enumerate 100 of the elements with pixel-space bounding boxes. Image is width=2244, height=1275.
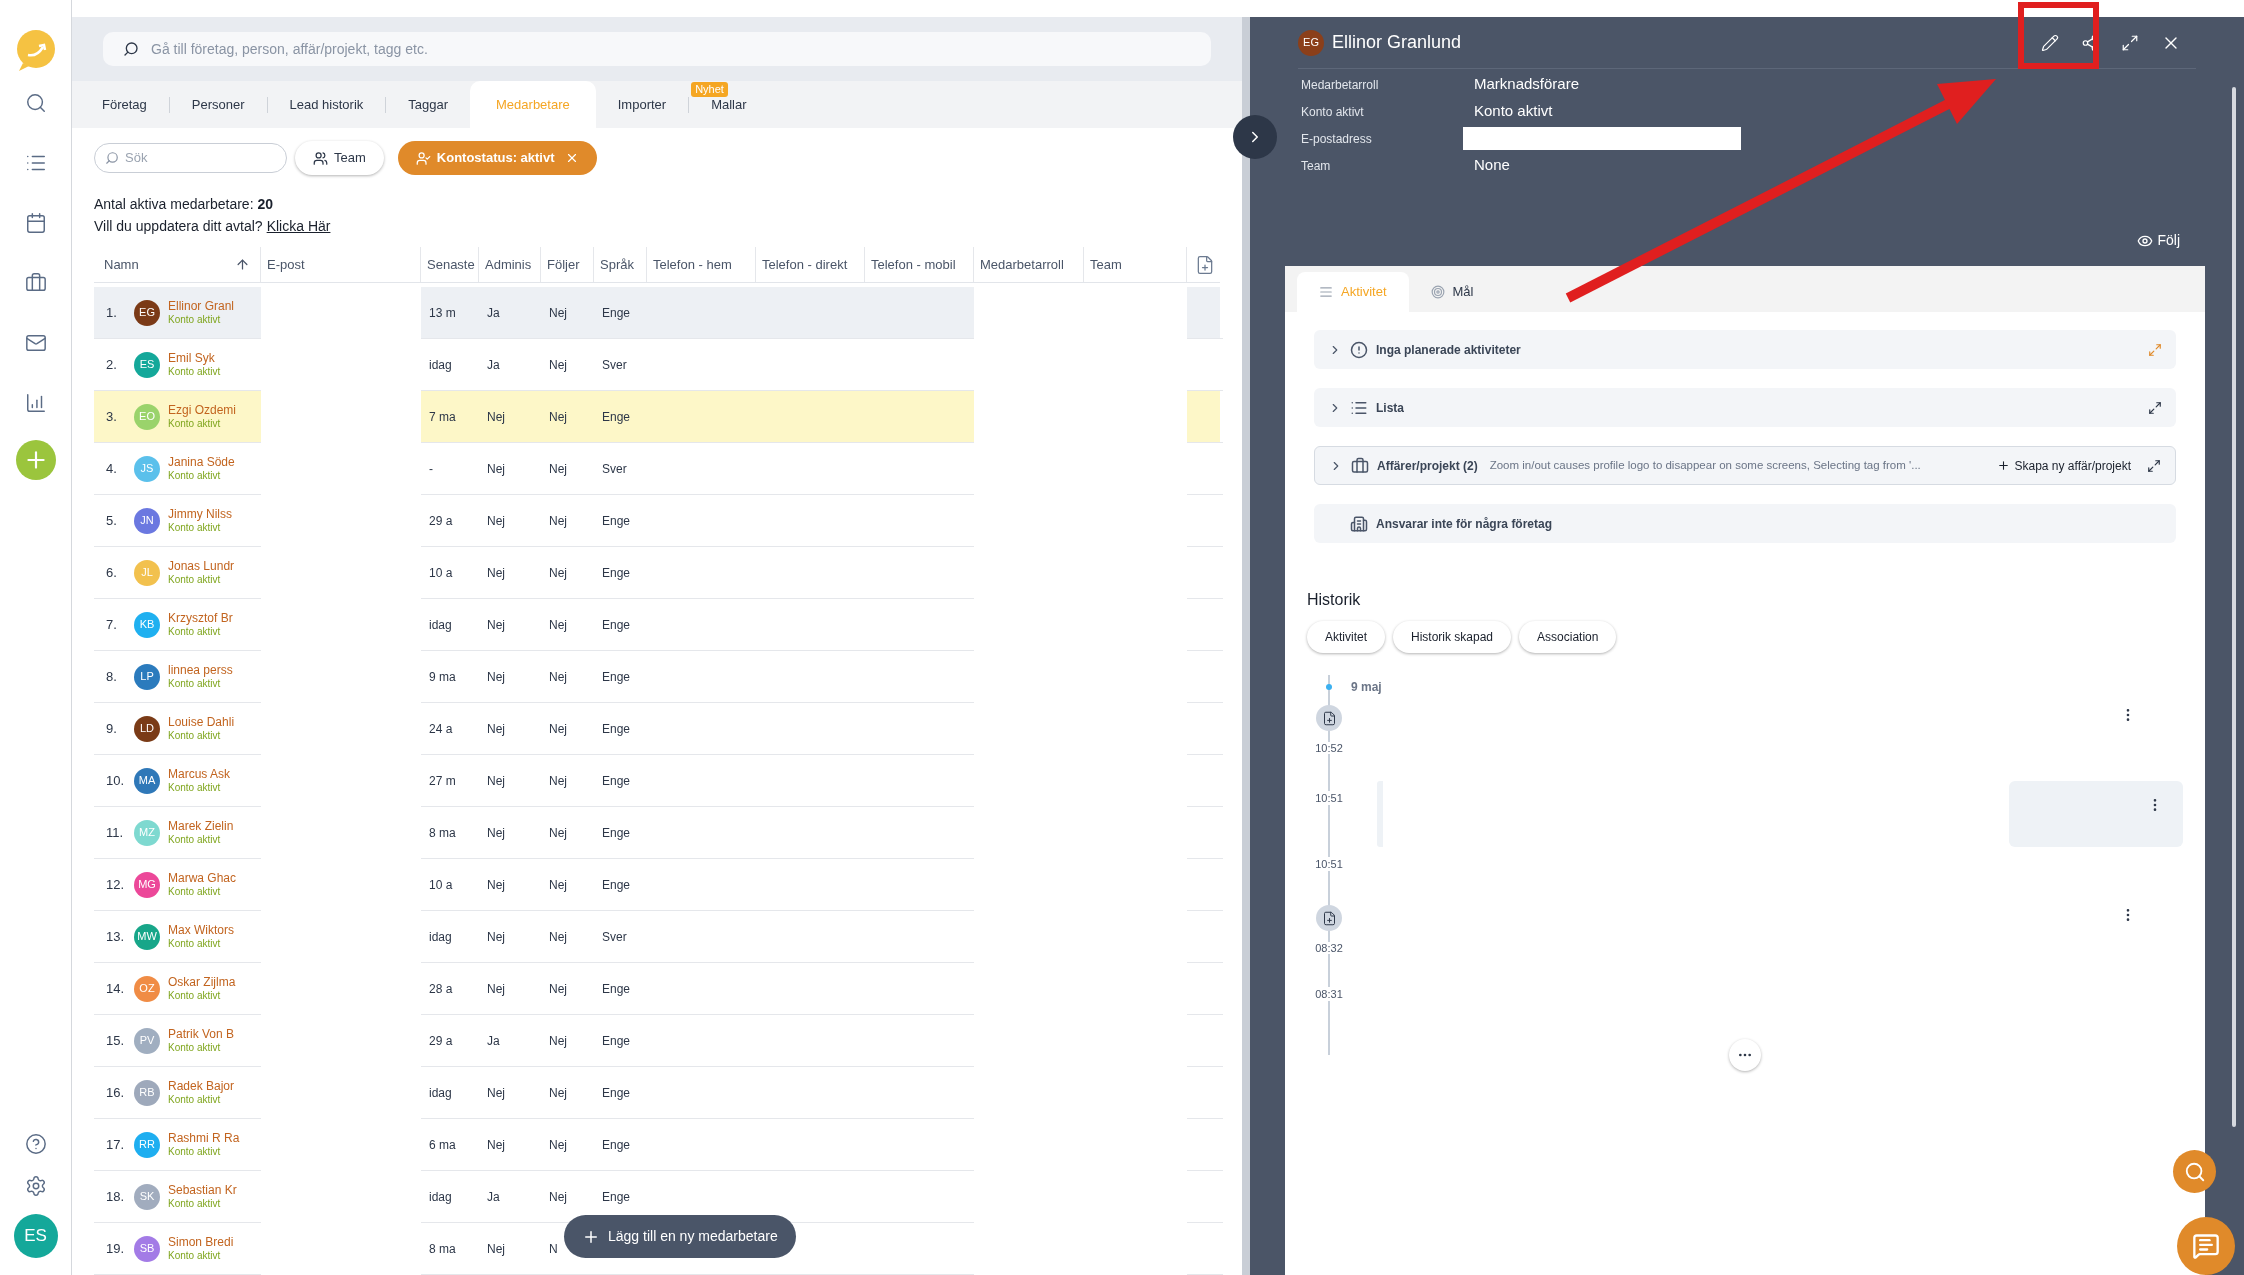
team-button[interactable]: Team: [295, 141, 384, 175]
expand-icon[interactable]: [2148, 400, 2162, 415]
employee-name[interactable]: Max Wiktors: [168, 922, 234, 937]
tab[interactable]: Personer: [169, 81, 267, 128]
employee-name[interactable]: Janina Söde: [168, 454, 235, 469]
settings-icon[interactable]: [24, 1175, 47, 1197]
table-cell-text: Enge: [602, 720, 631, 738]
add-employee-button[interactable]: Lägg till en ny medarbetare: [564, 1215, 796, 1258]
accordion-section[interactable]: Inga planerade aktiviteter: [1314, 330, 2176, 369]
history-filter-button[interactable]: Association: [1519, 621, 1617, 653]
tab[interactable]: Företag: [80, 81, 169, 128]
table-cell-text: Nej: [549, 1032, 567, 1050]
avatar: EG: [134, 299, 160, 326]
entry-time: 10:51: [1315, 791, 1343, 805]
employee-name[interactable]: Krzysztof Br: [168, 610, 233, 625]
avatar: LP: [134, 663, 160, 690]
field-value: Konto aktivt: [1474, 101, 1554, 122]
table-cell-text: Nej: [487, 928, 505, 946]
column-header[interactable]: Senaste: [427, 254, 475, 275]
target-icon: [1430, 285, 1445, 299]
employee-name[interactable]: Louise Dahli: [168, 714, 235, 729]
row-number: 14.: [105, 979, 126, 998]
employee-count: Antal aktiva medarbetare: 20: [94, 195, 274, 214]
history-filter-button[interactable]: Aktivitet: [1307, 621, 1385, 653]
employee-name[interactable]: Jimmy Nilss: [168, 506, 232, 521]
employee-name[interactable]: Simon Bredi: [168, 1234, 234, 1249]
column-header[interactable]: Telefon - direkt: [762, 254, 848, 275]
table-cell-text: Nej: [487, 1240, 505, 1258]
column-header[interactable]: Telefon - hem: [653, 254, 732, 275]
column-header[interactable]: Medarbetarroll: [980, 254, 1064, 275]
account-status: Konto aktivt: [168, 417, 222, 431]
employee-name: Ellinor Granlund: [1332, 31, 1462, 54]
column-header[interactable]: Följer: [547, 254, 580, 275]
employee-name[interactable]: Marek Zielin: [168, 818, 234, 833]
account-status: Konto aktivt: [168, 884, 222, 899]
employee-name[interactable]: Ezgi Ozdemi: [168, 402, 237, 417]
account-status: Konto aktivt: [168, 572, 222, 587]
employee-name[interactable]: Oskar Zijlma: [168, 974, 236, 989]
employee-name[interactable]: Emil Syk: [168, 350, 221, 365]
account-status: Konto aktivt: [168, 468, 222, 483]
section-title: Ansvarar inte för några företag: [1376, 515, 1553, 533]
table-cell-text: 10 a: [429, 876, 453, 894]
account-status: Konto aktivt: [168, 1196, 222, 1211]
table-cell-text: Nej: [549, 616, 567, 634]
column-header[interactable]: E-post: [267, 254, 305, 275]
tab[interactable]: Mål: [1408, 272, 1496, 312]
briefcase-icon: [1351, 456, 1369, 475]
table-cell-text: 7 ma: [429, 408, 456, 426]
employee-name[interactable]: Patrik Von B: [168, 1026, 235, 1041]
tab[interactable]: Lead historik: [267, 81, 386, 128]
avatar: EO: [134, 403, 160, 430]
table-cell-text: Sver: [602, 356, 627, 374]
follow-button[interactable]: Följ: [2137, 230, 2180, 251]
scrollbar[interactable]: [1242, 17, 1250, 1275]
employee-name[interactable]: Sebastian Kr: [168, 1182, 237, 1197]
table-row[interactable]: 1. EG Ellinor Granl Konto aktivt 13 m Ja Nej Enge: [94, 287, 1220, 339]
tab[interactable]: Importer: [595, 81, 689, 128]
scrollbar[interactable]: [2232, 87, 2236, 1127]
employee-name[interactable]: Rashmi R Ra: [168, 1130, 240, 1145]
table-cell-text: Nej: [549, 304, 567, 322]
accordion-section[interactable]: Affärer/projekt (2) Zoom in/out causes profile logo to disappear on some screens, Selecting tag from '... Skapa ny affär/projekt: [1314, 446, 2176, 485]
employee-name[interactable]: Radek Bajor: [168, 1078, 235, 1093]
accordion-section[interactable]: Ansvarar inte för några företag: [1314, 504, 2176, 543]
table-cell-text: Ja: [487, 356, 500, 374]
tab[interactable]: Taggar: [386, 81, 471, 128]
column-header[interactable]: Namn: [104, 254, 139, 275]
column-header[interactable]: Telefon - mobil: [871, 254, 956, 275]
employee-name[interactable]: Jonas Lundr: [168, 558, 235, 573]
table-row[interactable]: 3. EO Ezgi Ozdemi Konto aktivt 7 ma Nej Nej Enge: [94, 391, 1220, 443]
avatar: MW: [134, 923, 160, 950]
mail-icon[interactable]: [24, 332, 47, 354]
history-filter-button[interactable]: Historik skapad: [1393, 621, 1512, 653]
employee-name[interactable]: linnea perss: [168, 662, 233, 677]
search-icon[interactable]: [24, 92, 47, 114]
create-deal-button[interactable]: Skapa ny affär/projekt: [1997, 456, 2131, 475]
chat-button[interactable]: [2177, 1217, 2235, 1275]
expand-icon[interactable]: [2121, 33, 2139, 52]
table-cell-text: Nej: [549, 668, 567, 686]
update-link[interactable]: Klicka Här: [266, 215, 331, 237]
edit-icon[interactable]: [2041, 33, 2059, 52]
employee-name[interactable]: Marcus Ask: [168, 766, 230, 781]
expand-icon[interactable]: [2147, 458, 2161, 473]
table-cell-text: Nej: [549, 356, 567, 374]
accordion-section[interactable]: Lista: [1314, 388, 2176, 427]
column-header[interactable]: Språk: [600, 254, 634, 275]
help-icon[interactable]: [24, 1133, 47, 1155]
bar-chart-icon[interactable]: [24, 392, 47, 414]
avatar: OZ: [134, 975, 160, 1002]
employee-name[interactable]: Ellinor Granl: [168, 298, 235, 313]
column-header[interactable]: Adminis: [485, 254, 532, 275]
account-status: Konto aktivt: [168, 936, 222, 951]
field-label: Medarbetarroll: [1301, 76, 1380, 94]
column-header[interactable]: Team: [1090, 254, 1122, 275]
table-cell-text: idag: [429, 616, 452, 634]
briefcase-icon[interactable]: [24, 272, 47, 294]
add-column-icon[interactable]: [1195, 254, 1215, 275]
calendar-icon[interactable]: [24, 212, 47, 234]
employee-name[interactable]: Marwa Ghac: [168, 870, 237, 885]
plus-icon: [1997, 459, 2011, 472]
search-icon: [105, 151, 119, 165]
